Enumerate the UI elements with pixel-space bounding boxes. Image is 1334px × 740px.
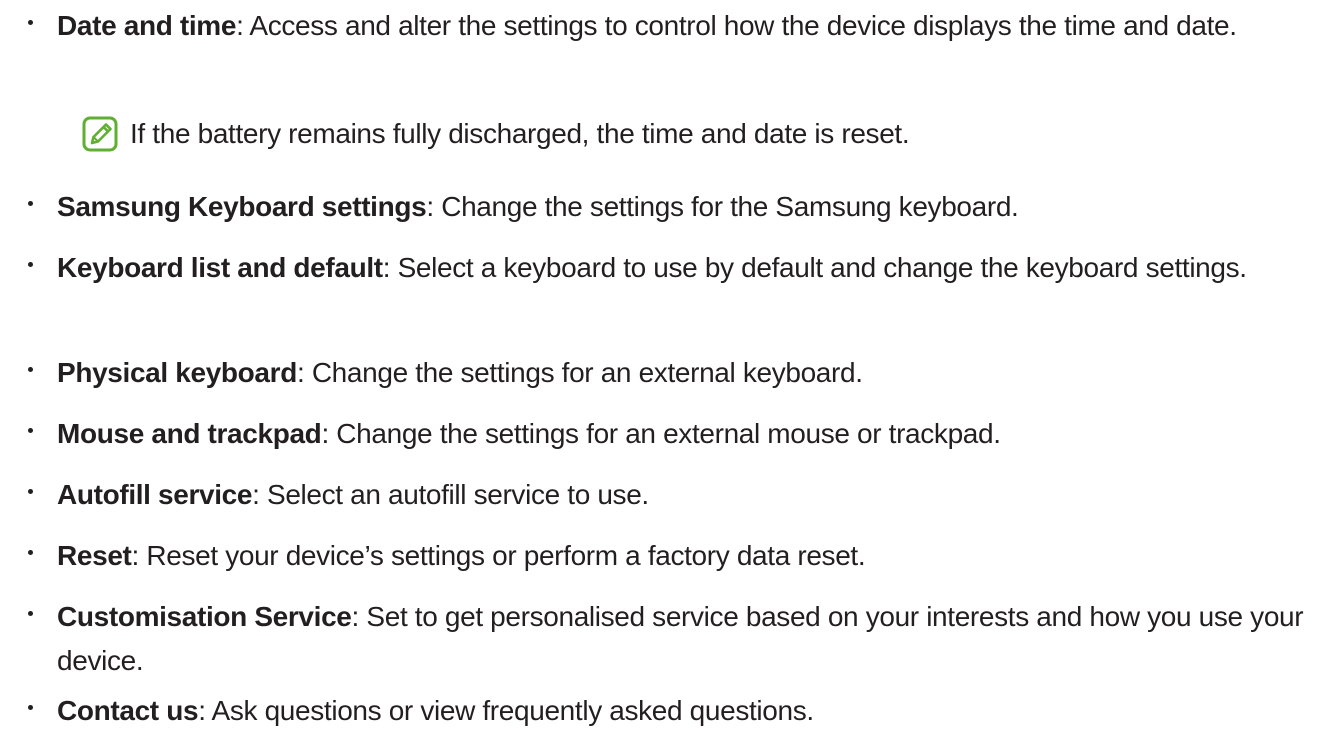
bullet-icon — [28, 550, 33, 555]
bullet-icon — [28, 428, 33, 433]
item-separator: : — [382, 252, 398, 283]
list-item-text: Date and time: Access and alter the sett… — [57, 4, 1320, 48]
item-description: Access and alter the settings to control… — [249, 10, 1237, 41]
item-separator: : — [252, 479, 267, 510]
item-description: Change the settings for an external mous… — [336, 418, 1001, 449]
bullet-icon — [28, 489, 33, 494]
list-item-text: Customisation Service: Set to get person… — [57, 595, 1320, 683]
bullet-icon — [28, 20, 33, 25]
item-separator: : — [236, 10, 250, 41]
item-term: Reset — [57, 540, 132, 571]
note-pencil-icon — [82, 116, 118, 152]
item-description: Select a keyboard to use by default and … — [397, 252, 1247, 283]
list-item-text: Samsung Keyboard settings: Change the se… — [57, 185, 1320, 229]
item-term: Contact us — [57, 695, 199, 726]
list-item-text: Mouse and trackpad: Change the settings … — [57, 412, 1320, 456]
list-item-text: Physical keyboard: Change the settings f… — [57, 351, 1320, 395]
item-term: Physical keyboard — [57, 357, 297, 388]
note-text: If the battery remains fully discharged,… — [130, 118, 910, 149]
item-term: Samsung Keyboard settings — [57, 191, 427, 222]
item-term: Customisation Service — [57, 601, 352, 632]
item-separator: : — [131, 540, 147, 571]
item-separator: : — [426, 191, 442, 222]
item-separator: : — [198, 695, 212, 726]
bullet-icon — [28, 611, 33, 616]
item-description: Reset your device’s settings or perform … — [146, 540, 866, 571]
settings-document: Date and time: Access and alter the sett… — [0, 0, 1334, 740]
item-term: Mouse and trackpad — [57, 418, 322, 449]
item-term: Keyboard list and default — [57, 252, 383, 283]
list-item-text: Reset: Reset your device’s settings or p… — [57, 534, 1320, 578]
bullet-icon — [28, 201, 33, 206]
list-item-text: Autofill service: Select an autofill ser… — [57, 473, 1320, 517]
item-separator: : — [321, 418, 337, 449]
item-separator: : — [296, 357, 312, 388]
item-description: Change the settings for an external keyb… — [311, 357, 863, 388]
item-term: Autofill service — [57, 479, 253, 510]
item-description: Change the settings for the Samsung keyb… — [441, 191, 1019, 222]
item-term: Date and time — [57, 10, 237, 41]
item-separator: : — [351, 601, 367, 632]
bullet-icon — [28, 705, 33, 710]
list-item-text: Keyboard list and default: Select a keyb… — [57, 246, 1320, 290]
bullet-icon — [28, 367, 33, 372]
bullet-icon — [28, 262, 33, 267]
item-description: Select an autofill service to use. — [267, 479, 649, 510]
item-description: Ask questions or view frequently asked q… — [211, 695, 815, 726]
list-item-text: Contact us: Ask questions or view freque… — [57, 689, 1320, 733]
